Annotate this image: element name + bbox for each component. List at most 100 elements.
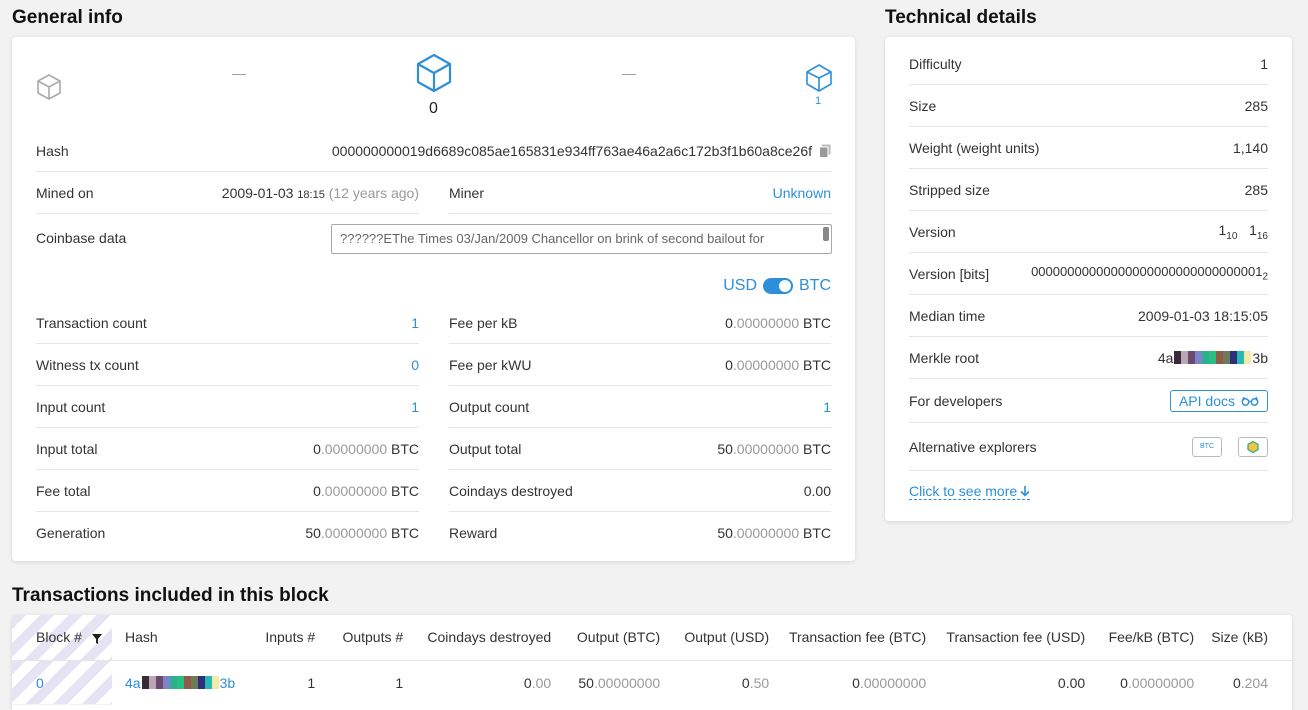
hash-color-block (1209, 351, 1217, 364)
stat-input-total: Input total 0.00000000 BTC (36, 428, 419, 470)
header-fee-btc[interactable]: Transaction fee (BTC) (769, 615, 926, 660)
filter-icon[interactable] (91, 633, 102, 644)
mined-on-time: 18:15 (297, 188, 325, 201)
tech-alternative-explorers: Alternative explorers BTC (909, 423, 1268, 471)
miner-value[interactable]: Unknown (773, 185, 831, 201)
glasses-icon (1241, 396, 1259, 406)
header-size[interactable]: Size (kB) (1194, 615, 1292, 660)
currency-toggle[interactable] (763, 277, 793, 294)
tech-median-time: Median time 2009-01-03 18:15:05 (909, 295, 1268, 337)
header-hash[interactable]: Hash (112, 615, 235, 660)
block-number-link[interactable]: 0 (36, 675, 44, 691)
technical-details-card: Difficulty 1 Size 285 Weight (weight uni… (885, 37, 1292, 521)
stat-fee-total: Fee total 0.00000000 BTC (36, 470, 419, 512)
api-docs-button[interactable]: API docs (1169, 389, 1268, 412)
cell-size: 0.204 (1232, 674, 1268, 691)
tech-merkle-root: Merkle root 4a 3b (909, 337, 1268, 379)
scrollbar[interactable] (823, 227, 829, 241)
stat-fee-per-kb: Fee per kB 0.00000000 BTC (449, 302, 831, 344)
currency-switch[interactable]: USD BTC (723, 277, 831, 295)
header-fee-kb[interactable]: Fee/kB (BTC) (1085, 615, 1195, 660)
explorer-logo-icon (1247, 440, 1259, 453)
coinbase-textarea[interactable]: ??????EThe Times 03/Jan/2009 Chancellor … (331, 224, 832, 254)
hash-color-block (176, 676, 184, 690)
header-inputs[interactable]: Inputs # (235, 615, 315, 660)
tech-version-bits: Version [bits] 0000000000000000000000000… (909, 253, 1268, 295)
cell-coindays: 0.00 (523, 674, 552, 691)
mined-on-date: 2009-01-03 (221, 184, 294, 201)
tx-color-hash (141, 676, 219, 690)
explorer-logo-button[interactable] (1238, 436, 1268, 457)
hash-color-block (1202, 351, 1210, 364)
transactions-card: Block # Hash Inputs # Outputs # Coindays… (12, 615, 1292, 710)
hash-color-block (148, 676, 156, 690)
prev-block-cube-icon[interactable] (36, 73, 62, 101)
btc-explorer-button[interactable]: BTC (1192, 436, 1222, 457)
stat-witness-tx-count: Witness tx count 0 (36, 344, 419, 386)
hash-color-block (169, 676, 177, 690)
general-info-card: — 0 — 1 Hash 000000000019d6689c085ae1658… (12, 37, 855, 561)
mined-on-row: Mined on 2009-01-03 18:15 (12 years ago) (36, 172, 419, 214)
header-output-usd[interactable]: Output (USD) (660, 615, 769, 660)
cell-output-usd: 0.50 (741, 674, 770, 691)
hash-color-block (1216, 351, 1224, 364)
coinbase-label: Coinbase data (36, 230, 127, 246)
header-output-btc[interactable]: Output (BTC) (551, 615, 660, 660)
stat-output-count: Output count 1 (449, 386, 831, 428)
stat-coindays-destroyed: Coindays destroyed 0.00 (449, 470, 831, 512)
cell-outputs: 1 (395, 674, 404, 691)
hash-color-block (1237, 351, 1245, 364)
hash-color-block (190, 676, 198, 690)
header-fee-usd[interactable]: Transaction fee (USD) (926, 615, 1085, 660)
cell-fee-kb: 0.00000000 (1120, 674, 1195, 691)
stat-fee-per-kwu: Fee per kWU 0.00000000 BTC (449, 344, 831, 386)
hash-color-block (183, 676, 191, 690)
next-separator: — (622, 65, 636, 81)
hash-color-block (1174, 351, 1182, 364)
hash-color-block (155, 676, 163, 690)
hash-color-block (1195, 351, 1203, 364)
miner-label: Miner (449, 184, 485, 201)
stat-reward: Reward 50.00000000 BTC (449, 525, 831, 541)
currency-usd[interactable]: USD (723, 277, 757, 294)
tech-version: Version 110 116 (909, 211, 1268, 253)
hash-color-block (1230, 351, 1238, 364)
hash-color-block (204, 676, 212, 690)
table-row: 0 4a 3b 1 1 0.00 50.00000000 0.50 0.00000… (12, 660, 1292, 705)
technical-details-title: Technical details (885, 7, 1037, 28)
tech-difficulty: Difficulty 1 (909, 43, 1268, 85)
header-coindays[interactable]: Coindays destroyed (403, 615, 551, 660)
header-block[interactable]: Block # (12, 615, 112, 660)
coinbase-prefix: ??????E (340, 231, 393, 246)
next-block-link[interactable]: 1 (815, 95, 821, 107)
stat-input-count: Input count 1 (36, 386, 419, 428)
stat-output-total: Output total 50.00000000 BTC (449, 428, 831, 470)
mined-on-label: Mined on (36, 184, 94, 201)
hash-color-block (1181, 351, 1189, 364)
hash-color-block (1223, 351, 1231, 364)
hash-value[interactable]: 000000000019d6689c085ae165831e934ff763ae… (332, 143, 812, 159)
cell-fee-btc: 0.00000000 (852, 674, 927, 691)
next-block-cube-icon[interactable] (805, 63, 833, 93)
cell-inputs: 1 (307, 674, 316, 691)
cell-fee-usd: 0.00 (1057, 674, 1086, 691)
see-more-link[interactable]: Click to see more (909, 483, 1031, 500)
stat-generation: Generation 50.00000000 BTC (36, 525, 419, 541)
header-outputs[interactable]: Outputs # (315, 615, 403, 660)
current-block-number: 0 (429, 100, 438, 117)
cell-output-btc: 50.00000000 (578, 674, 661, 691)
miner-row: Miner Unknown (449, 172, 831, 214)
transactions-title: Transactions included in this block (12, 585, 329, 606)
arrow-down-icon (1020, 485, 1030, 497)
merkle-color-hash (1174, 351, 1252, 364)
hash-color-block (1244, 351, 1252, 364)
tx-hash-link[interactable]: 4a 3b (125, 675, 235, 691)
currency-btc[interactable]: BTC (799, 277, 831, 294)
prev-separator: — (232, 65, 246, 81)
hash-color-block (197, 676, 205, 690)
stat-transaction-count: Transaction count 1 (36, 302, 419, 344)
hash-color-block (1188, 351, 1196, 364)
tech-stripped-size: Stripped size 285 (909, 169, 1268, 211)
copy-icon[interactable] (819, 144, 831, 158)
hash-label: Hash (36, 142, 69, 159)
